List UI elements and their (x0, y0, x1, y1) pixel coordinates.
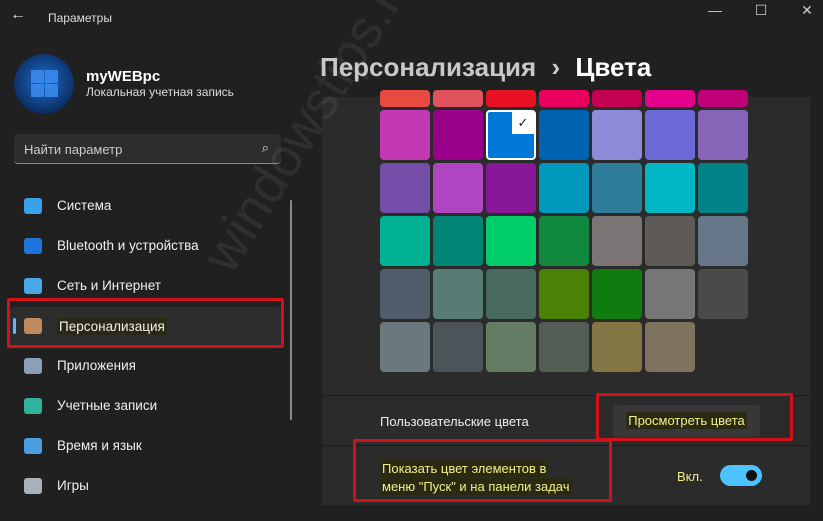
search-placeholder: Найти параметр (24, 142, 123, 157)
sidebar-item[interactable]: Учетные записи (10, 387, 281, 425)
highlight-frame (7, 298, 284, 348)
highlight-frame (596, 393, 793, 441)
color-swatch[interactable] (592, 269, 642, 319)
highlight-frame (353, 439, 612, 502)
search-input[interactable]: Найти параметр ⌕ (14, 134, 281, 164)
color-swatch[interactable] (539, 90, 589, 107)
color-swatch[interactable] (645, 322, 695, 372)
color-swatch[interactable] (380, 269, 430, 319)
color-swatch[interactable] (433, 90, 483, 107)
sidebar-item-label: Учетные записи (57, 398, 158, 413)
maximize-button[interactable]: ☐ (746, 2, 776, 19)
color-swatch[interactable] (698, 269, 748, 319)
color-swatch[interactable] (645, 90, 695, 107)
color-swatch[interactable] (433, 110, 483, 160)
sidebar-item-label: Система (57, 198, 112, 213)
color-swatch[interactable] (486, 269, 536, 319)
apps-icon (24, 358, 42, 374)
sidebar-item-label: Bluetooth и устройства (57, 238, 199, 253)
account-type: Локальная учетная запись (86, 85, 234, 99)
custom-colors-label: Пользовательские цвета (380, 414, 529, 429)
sidebar-item-label: Приложения (57, 358, 136, 373)
toggle-state: Вкл. (677, 469, 703, 484)
close-button[interactable]: ✕ (792, 2, 822, 19)
color-swatch[interactable] (645, 269, 695, 319)
color-swatch[interactable] (433, 322, 483, 372)
wifi-icon (24, 278, 42, 294)
color-swatch[interactable] (539, 216, 589, 266)
color-swatch[interactable] (380, 216, 430, 266)
color-swatch[interactable] (539, 110, 589, 160)
sidebar-scrollbar[interactable] (290, 200, 292, 420)
color-swatch[interactable] (380, 322, 430, 372)
color-swatch[interactable] (698, 163, 748, 213)
color-swatch[interactable] (433, 163, 483, 213)
color-swatch[interactable] (380, 163, 430, 213)
bluetooth-icon (24, 238, 42, 254)
color-swatch[interactable] (592, 90, 642, 107)
globe-clock-icon (24, 438, 42, 454)
app-title: Параметры (48, 11, 112, 25)
back-arrow-icon[interactable]: ← (10, 6, 26, 24)
color-swatch[interactable] (698, 110, 748, 160)
color-swatch[interactable] (539, 163, 589, 213)
color-swatch[interactable] (486, 216, 536, 266)
color-swatch[interactable] (645, 110, 695, 160)
sidebar-item-label: Время и язык (57, 438, 142, 453)
person-icon (24, 398, 42, 414)
minimize-button[interactable]: — (700, 2, 730, 18)
sidebar-item[interactable]: Игры (10, 467, 281, 505)
color-swatch[interactable] (380, 90, 430, 107)
sidebar-item-label: Сеть и Интернет (57, 278, 161, 293)
sidebar-item[interactable]: Время и язык (10, 427, 281, 465)
color-swatch[interactable] (645, 163, 695, 213)
color-swatch[interactable] (539, 322, 589, 372)
avatar[interactable] (14, 54, 74, 114)
toggle-knob (746, 470, 757, 481)
accent-start-toggle[interactable] (720, 465, 762, 486)
sidebar-item-label: Игры (57, 478, 89, 493)
color-swatch[interactable] (645, 216, 695, 266)
color-swatch[interactable] (592, 216, 642, 266)
color-swatch[interactable] (380, 110, 430, 160)
color-swatch[interactable] (592, 322, 642, 372)
checkmark-icon: ✓ (512, 112, 534, 134)
gamepad-icon (24, 478, 42, 494)
color-swatch[interactable] (698, 90, 748, 107)
color-swatch[interactable] (486, 163, 536, 213)
color-swatch[interactable] (592, 163, 642, 213)
user-name: myWEBpc (86, 68, 161, 85)
color-swatch[interactable] (486, 90, 536, 107)
color-swatch[interactable] (433, 216, 483, 266)
color-swatch[interactable] (698, 216, 748, 266)
color-swatch[interactable] (539, 269, 589, 319)
color-swatch[interactable] (486, 322, 536, 372)
sidebar-item[interactable]: Приложения (10, 347, 281, 385)
color-swatch[interactable]: ✓ (486, 110, 536, 160)
monitor-icon (24, 198, 42, 214)
color-swatch[interactable] (433, 269, 483, 319)
color-swatch[interactable] (592, 110, 642, 160)
breadcrumb-separator: › (551, 52, 561, 82)
breadcrumb-current: Цвета (575, 52, 652, 82)
